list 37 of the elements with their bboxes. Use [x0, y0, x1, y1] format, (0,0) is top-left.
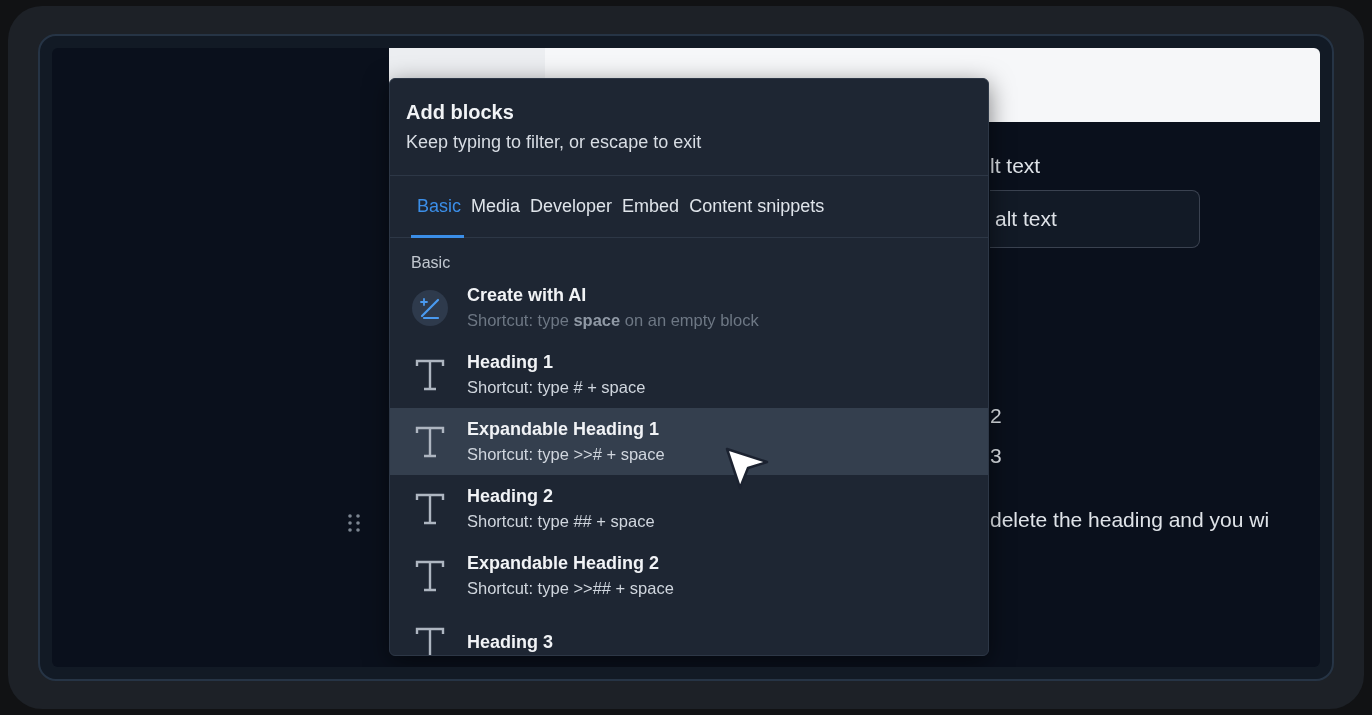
option-shortcut: Shortcut: type space on an empty block [467, 311, 759, 331]
text-t-icon [415, 358, 445, 391]
block-option[interactable]: Heading 1 Shortcut: type # + space [390, 341, 988, 408]
section-label: Basic [410, 253, 452, 273]
option-shortcut: Shortcut: type # + space [467, 378, 646, 398]
category-tab[interactable]: Developer [527, 176, 616, 238]
category-tab[interactable]: Media [468, 176, 524, 238]
block-option[interactable]: Expandable Heading 1 Shortcut: type >># + space [390, 408, 988, 475]
heading-text: 2 [990, 404, 1002, 428]
option-shortcut: Shortcut: type >>## + space [467, 579, 674, 599]
heading-text: 3 [990, 444, 1002, 468]
category-tab[interactable]: Content snippets [686, 176, 828, 238]
menu-subtitle: Keep typing to filter, or escape to exit [406, 132, 703, 153]
block-option[interactable]: Create with AI Shortcut: type space on an empty block [390, 274, 988, 341]
option-shortcut: Shortcut: type ## + space [467, 512, 655, 532]
option-title: Create with AI [467, 284, 588, 306]
option-title: Heading 1 [467, 351, 555, 373]
block-option[interactable]: Heading 2 Shortcut: type ## + space [390, 475, 988, 542]
option-shortcut: Shortcut: type >># + space [467, 445, 665, 465]
menu-title: Add blocks [406, 101, 515, 124]
text-t-icon [415, 425, 445, 458]
alt-text-field[interactable]: alt text [990, 190, 1200, 248]
paragraph-text: delete the heading and you wi [990, 508, 1270, 532]
option-title: Expandable Heading 1 [467, 418, 661, 440]
drag-handle-icon[interactable] [348, 513, 360, 533]
block-option[interactable]: Expandable Heading 2 Shortcut: type >>## + space [390, 542, 988, 609]
field-label: lt text [990, 154, 1041, 178]
option-title: Expandable Heading 2 [467, 552, 661, 574]
magic-pen-icon [412, 289, 448, 326]
category-tab[interactable]: Basic [411, 176, 464, 238]
text-t-icon [415, 626, 445, 655]
block-option[interactable]: Heading 3 [390, 609, 988, 655]
text-t-icon [415, 492, 445, 525]
text-t-icon [415, 559, 445, 592]
option-title: Heading 2 [467, 485, 555, 507]
option-title: Heading 3 [467, 632, 554, 653]
category-tab[interactable]: Embed [619, 176, 683, 238]
